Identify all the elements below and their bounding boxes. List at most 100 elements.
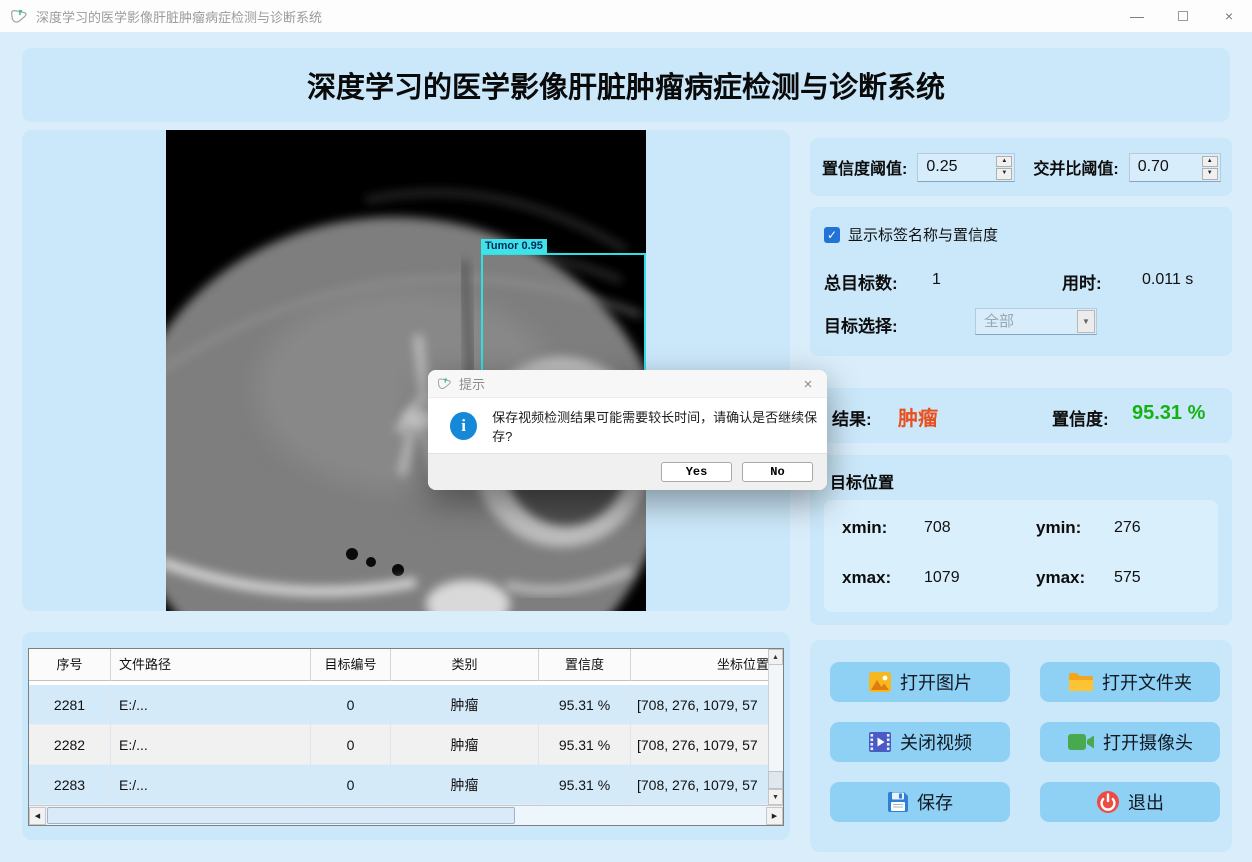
save-icon [888, 792, 908, 812]
result-value: 肿瘤 [898, 408, 938, 430]
table-cell[interactable]: 2283 [29, 765, 111, 805]
xmax-value: 1079 [924, 569, 960, 586]
liver-app-icon [11, 9, 27, 23]
table-header-cell[interactable]: 置信度 [539, 649, 631, 681]
xmin-label: xmin: [842, 518, 888, 537]
table-cell[interactable]: [708, 276, 1079, 57 [631, 685, 769, 725]
table-cell[interactable]: 95.31 % [539, 725, 631, 765]
confirm-dialog: 提示 × i 保存视频检测结果可能需要较长时间，请确认是否继续保存? Yes N… [428, 370, 827, 490]
open-camera-label: 打开摄像头 [1103, 733, 1193, 753]
table-row[interactable]: 2283 E:/... 0 肿瘤 95.31 % [708, 276, 1079, 57 [29, 765, 769, 805]
xmax-label: xmax: [842, 568, 892, 587]
spin-down-icon[interactable]: ▼ [1201, 168, 1218, 180]
table-cell[interactable]: 2282 [29, 725, 111, 765]
table-header-cell[interactable]: 文件路径 [111, 649, 311, 681]
spin-up-icon[interactable]: ▲ [996, 155, 1013, 167]
table-cell[interactable]: 肿瘤 [391, 765, 539, 805]
ymin-value: 276 [1114, 519, 1141, 536]
target-position-title: 目标位置 [830, 475, 895, 492]
dialog-title: 提示 [459, 377, 486, 392]
ymax-label: ymax: [1036, 568, 1086, 587]
table-cell[interactable]: 95.31 % [539, 765, 631, 805]
scroll-up-icon[interactable]: ▲ [768, 649, 783, 665]
horizontal-scrollbar[interactable]: ◀ ▶ [29, 805, 783, 825]
folder-icon [1069, 673, 1093, 691]
scroll-down-icon[interactable]: ▼ [768, 789, 783, 805]
time-label: 用时: [1062, 274, 1102, 293]
table-header-cell[interactable]: 序号 [29, 649, 111, 681]
table-header-cell[interactable]: 目标编号 [311, 649, 391, 681]
table-cell[interactable]: [708, 276, 1079, 57 [631, 725, 769, 765]
horizontal-scroll-thumb[interactable] [47, 807, 515, 824]
table-cell[interactable]: E:/... [111, 765, 311, 805]
no-button[interactable]: No [742, 462, 813, 482]
detection-label: Tumor 0.95 [481, 239, 547, 254]
vertical-scroll-thumb[interactable] [768, 771, 783, 789]
results-table-panel: 序号 文件路径 目标编号 类别 置信度 坐标位置 2281 E:/... 0 肿瘤 95.31 %… [22, 632, 790, 840]
image-icon [869, 672, 891, 692]
table-cell[interactable]: E:/... [111, 725, 311, 765]
show-labels-checkbox[interactable]: ✓ [824, 226, 840, 243]
scroll-right-icon[interactable]: ▶ [766, 807, 783, 825]
result-panel: 结果: 肿瘤 置信度: 95.31 % [810, 388, 1232, 443]
open-image-button[interactable]: 打开图片 [830, 662, 1010, 702]
save-label: 保存 [917, 793, 953, 813]
table-cell[interactable]: 0 [311, 765, 391, 805]
scroll-left-icon[interactable]: ◀ [29, 807, 46, 825]
result-label: 结果: [832, 410, 872, 429]
dialog-titlebar: 提示 × [428, 370, 827, 398]
table-cell[interactable]: E:/... [111, 685, 311, 725]
dialog-message: 保存视频检测结果可能需要较长时间，请确认是否继续保存? [492, 409, 818, 444]
open-camera-button[interactable]: 打开摄像头 [1040, 722, 1220, 762]
detection-bounding-box [481, 253, 646, 386]
yes-button[interactable]: Yes [661, 462, 732, 482]
conf-threshold-value: 0.25 [926, 158, 958, 175]
table-cell[interactable]: [708, 276, 1079, 57 [631, 765, 769, 805]
total-targets-value: 1 [932, 271, 941, 288]
table-cell[interactable]: 0 [311, 725, 391, 765]
target-position-panel: 目标位置 xmin: 708 ymin: 276 xmax: 1079 ymax… [810, 455, 1232, 625]
results-table: 序号 文件路径 目标编号 类别 置信度 坐标位置 2281 E:/... 0 肿瘤 95.31 %… [28, 648, 784, 826]
iou-spin-buttons: ▲ ▼ [1201, 155, 1218, 180]
spin-up-icon[interactable]: ▲ [1201, 155, 1218, 167]
dialog-close-icon[interactable]: × [799, 376, 817, 394]
window-title: 深度学习的医学影像肝脏肿瘤病症检测与诊断系统 [36, 9, 323, 25]
maximize-button[interactable] [1160, 0, 1206, 32]
table-header-cell[interactable]: 坐标位置 [631, 649, 769, 681]
vertical-scrollbar[interactable]: ▲ ▼ [768, 649, 783, 805]
table-cell[interactable]: 肿瘤 [391, 725, 539, 765]
table-cell[interactable]: 95.31 % [539, 685, 631, 725]
actions-panel: 打开图片 打开文件夹 关闭视频 打开摄像头 保存 退出 [810, 640, 1232, 852]
close-video-button[interactable]: 关闭视频 [830, 722, 1010, 762]
save-button[interactable]: 保存 [830, 782, 1010, 822]
conf-threshold-spinbox[interactable]: 0.25 ▲ ▼ [917, 152, 1016, 182]
close-video-label: 关闭视频 [900, 733, 972, 753]
threshold-panel: 置信度阈值: 0.25 ▲ ▼ 交并比阈值: 0.70 ▲ ▼ [810, 138, 1232, 196]
exit-label: 退出 [1128, 793, 1164, 813]
open-folder-label: 打开文件夹 [1102, 673, 1192, 693]
minimize-button[interactable]: — [1114, 0, 1160, 32]
show-labels-label: 显示标签名称与置信度 [848, 227, 999, 244]
exit-button[interactable]: 退出 [1040, 782, 1220, 822]
xmin-value: 708 [924, 519, 951, 536]
table-cell[interactable]: 0 [311, 685, 391, 725]
app-window: 深度学习的医学影像肝脏肿瘤病症检测与诊断系统 — × 深度学习的医学影像肝脏肿瘤… [0, 0, 1252, 862]
time-value: 0.011 s [1142, 271, 1194, 288]
table-header-cell[interactable]: 类别 [391, 649, 539, 681]
table-row[interactable]: 2281 E:/... 0 肿瘤 95.31 % [708, 276, 1079, 57 [29, 685, 769, 725]
table-cell[interactable]: 肿瘤 [391, 685, 539, 725]
iou-threshold-spinbox[interactable]: 0.70 ▲ ▼ [1128, 152, 1221, 182]
table-row[interactable]: 2282 E:/... 0 肿瘤 95.31 % [708, 276, 1079, 57 [29, 725, 769, 765]
total-targets-label: 总目标数: [824, 274, 898, 293]
table-cell[interactable]: 2281 [29, 685, 111, 725]
close-button[interactable]: × [1206, 0, 1252, 32]
position-values-box: xmin: 708 ymin: 276 xmax: 1079 ymax: 575 [824, 500, 1218, 612]
target-select-dropdown[interactable]: 全部 ▼ [975, 308, 1097, 335]
power-icon [1097, 791, 1119, 813]
spin-down-icon[interactable]: ▼ [996, 168, 1013, 180]
result-conf-value: 95.31 % [1132, 402, 1206, 424]
camera-icon [1068, 734, 1094, 750]
open-folder-button[interactable]: 打开文件夹 [1040, 662, 1220, 702]
dialog-body: i 保存视频检测结果可能需要较长时间，请确认是否继续保存? [428, 398, 827, 453]
table-header-row: 序号 文件路径 目标编号 类别 置信度 坐标位置 [29, 649, 769, 681]
